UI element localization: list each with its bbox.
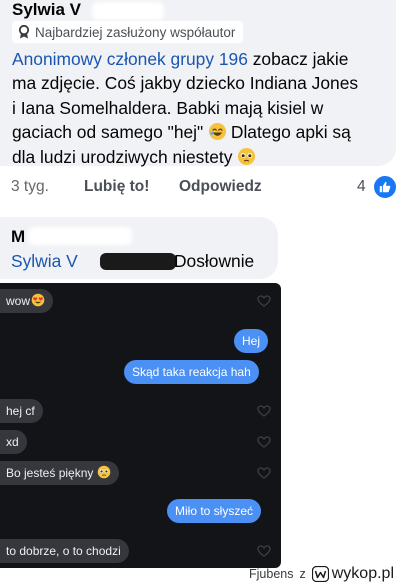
site-name: wykop.pl (331, 565, 394, 582)
badge-label: Najbardziej zasłużony współautor (35, 24, 236, 40)
like-button[interactable]: Lubię to! (84, 178, 149, 196)
comment-text-line2: ma zdjęcie. Coś jakby dziecko Indiana Jo… (12, 73, 359, 94)
comment-bubble-2: M Sylwia V Dosłownie (0, 217, 278, 279)
comment-text: Dosłownie (174, 251, 255, 271)
message-text: hej cf (6, 404, 35, 418)
comment-text-line4a: gaciach od samego "hej" (12, 122, 209, 143)
message-text: Bo jesteś piękny (6, 466, 94, 480)
author-mention-link[interactable]: Anonimowy członek grupy 196 (12, 49, 248, 69)
message-text: xd (6, 435, 19, 449)
chat-message-outgoing: Miło to słyszeć (167, 499, 262, 523)
chat-message-incoming: wow (0, 289, 54, 313)
uploader-name: Fjubens (249, 567, 294, 581)
comment-text-line3: i Iana Somelhaldera. Babki mają kisiel w (12, 97, 324, 118)
message-text: to dobrze, o to chodzi (6, 544, 121, 558)
message-text: Miło to słyszeć (175, 504, 254, 518)
heart-react-icon[interactable] (257, 295, 271, 307)
chat-message-outgoing: Hej (234, 329, 269, 353)
heart-eyes-emoji (31, 291, 45, 307)
comment-text-line1-rest: zobacz jakie (247, 49, 349, 69)
comment-text-line5: dla ludzi urodziwych niestety (12, 146, 238, 167)
chat-message-incoming: xd (0, 430, 27, 454)
chat-message-incoming: to dobrze, o to chodzi (0, 539, 129, 563)
heart-react-icon[interactable] (257, 467, 271, 479)
heart-react-icon[interactable] (257, 405, 271, 417)
comment-timestamp[interactable]: 3 tyg. (11, 178, 49, 196)
redaction-blur (92, 2, 164, 20)
chat-message-incoming: hej cf (0, 399, 43, 423)
wykop-logo-icon (311, 565, 329, 583)
comment-bubble-1: Sylwia V Najbardziej zasłużony współauto… (0, 0, 396, 169)
redaction-bar (100, 253, 176, 270)
message-text: Skąd taka reakcja hah (132, 365, 251, 379)
reply-button[interactable]: Odpowiedz (179, 178, 262, 196)
chat-message-incoming: Bo jesteś piękny (0, 461, 120, 485)
award-ribbon-icon (18, 24, 30, 39)
chat-message-outgoing: Skąd taka reakcja hah (124, 360, 259, 384)
comment-author-name[interactable]: M (11, 227, 25, 247)
reaction-count[interactable]: 4 (357, 178, 366, 196)
comment-author-name[interactable]: Sylwia V (12, 0, 81, 20)
pleading-face-emoji (237, 147, 256, 165)
rolling-on-floor-laughing-emoji (208, 122, 227, 141)
footer-separator: z (299, 567, 306, 581)
chat-screenshot: wow Hej Skąd taka reakcja hah hej cf xd … (0, 283, 281, 568)
comment-text-line4b: Dlatego apki są (226, 122, 351, 143)
comment-text: Anonimowy członek grupy 196 zobacz jakie… (12, 47, 392, 169)
pleading-face-emoji (97, 463, 111, 479)
heart-react-icon[interactable] (257, 545, 271, 557)
redaction-blur (28, 227, 132, 245)
heart-react-icon[interactable] (257, 436, 271, 448)
author-mention-link[interactable]: Sylwia V (11, 251, 78, 272)
comment-actions-row: 3 tyg. Lubię to! Odpowiedz 4 (0, 170, 400, 204)
message-text: wow (6, 294, 31, 308)
author-badge: Najbardziej zasłużony współautor (12, 21, 244, 43)
thumbs-up-icon[interactable] (372, 174, 398, 200)
watermark-footer: Fjubens z wykop.pl (190, 563, 400, 585)
message-text: Hej (242, 334, 261, 348)
